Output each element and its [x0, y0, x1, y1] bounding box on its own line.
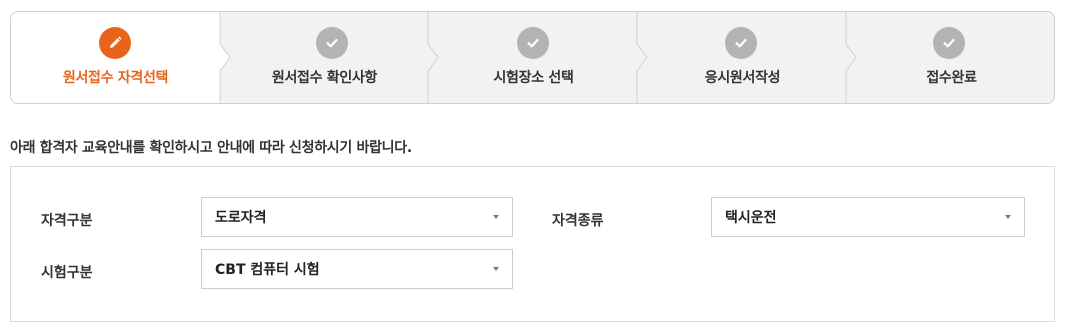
qual-type-value: 택시운전 [725, 210, 777, 226]
qual-type-label: 자격종류 [552, 213, 604, 229]
step-label: 응시원서작성 [704, 70, 781, 86]
step-qualification-select: 원서접수 자격선택 [11, 12, 220, 103]
chevron-down-icon [493, 267, 499, 271]
chevron-down-icon [1005, 215, 1011, 219]
check-icon [316, 27, 348, 59]
chevron-down-icon [493, 215, 499, 219]
step-label: 원서접수 자격선택 [62, 70, 169, 86]
qual-category-value: 도로자격 [215, 210, 267, 226]
guide-text: 아래 합격자 교육안내를 확인하시고 안내에 따라 신청하시기 바랍니다. [10, 140, 412, 156]
check-icon [725, 27, 757, 59]
exam-category-value: CBT 컴퓨터 시험 [215, 262, 320, 278]
exam-category-select[interactable]: CBT 컴퓨터 시험 [201, 249, 513, 289]
pencil-icon [99, 27, 131, 59]
step-label: 원서접수 확인사항 [271, 70, 378, 86]
step-application-form: 응시원서작성 [638, 12, 847, 103]
step-confirm-items: 원서접수 확인사항 [220, 12, 429, 103]
step-progress-bar: 원서접수 자격선택 원서접수 확인사항 시험장소 선택 응시원서작성 접수완료 [10, 11, 1055, 104]
step-complete: 접수완료 [847, 12, 1054, 103]
qual-category-label: 자격구분 [41, 213, 93, 229]
qual-type-select[interactable]: 택시운전 [711, 197, 1025, 237]
check-icon [933, 27, 965, 59]
step-exam-location: 시험장소 선택 [429, 12, 638, 103]
step-label: 시험장소 선택 [493, 70, 574, 86]
check-icon [517, 27, 549, 59]
step-label: 접수완료 [926, 70, 977, 86]
qualification-form: 자격구분 도로자격 자격종류 택시운전 시험구분 CBT 컴퓨터 시험 [10, 166, 1055, 322]
exam-category-label: 시험구분 [41, 265, 93, 281]
qual-category-select[interactable]: 도로자격 [201, 197, 513, 237]
